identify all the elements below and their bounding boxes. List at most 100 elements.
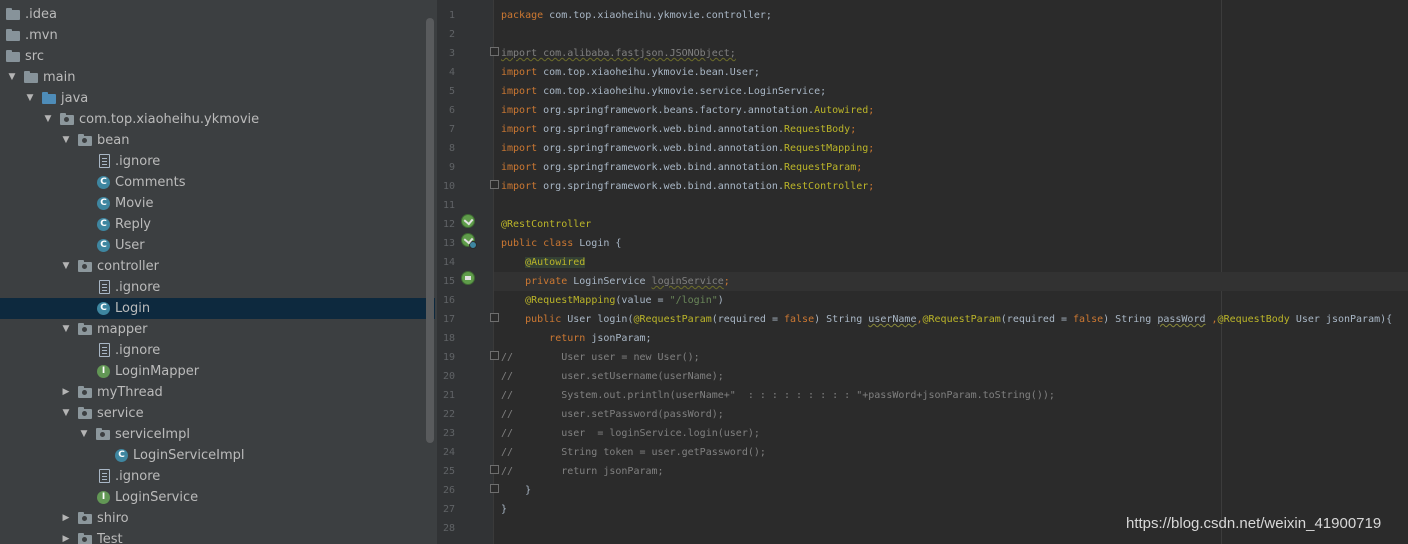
tree-item-user[interactable]: C User bbox=[0, 235, 435, 256]
spring-bean-class-icon[interactable] bbox=[461, 233, 477, 249]
code-text: ; bbox=[868, 143, 875, 154]
tree-item-main[interactable]: ▼ main bbox=[0, 67, 435, 88]
keyword: false bbox=[784, 314, 815, 325]
tree-item-mapper-ignore[interactable]: .ignore bbox=[0, 340, 435, 361]
tree-item-service-ignore[interactable]: .ignore bbox=[0, 466, 435, 487]
code-line-4[interactable]: import com.top.xiaoheihu.ykmovie.bean.Us… bbox=[501, 63, 760, 82]
code-line-22[interactable]: // user.setPassword(passWord); bbox=[501, 405, 724, 424]
spring-bean-icon[interactable] bbox=[461, 214, 475, 228]
tree-item-mythread[interactable]: ▶ myThread bbox=[0, 382, 435, 403]
tree-item-label: mapper bbox=[97, 322, 148, 337]
code-line-12[interactable]: @RestController bbox=[501, 215, 591, 234]
fold-marker-icon[interactable] bbox=[490, 351, 499, 360]
tree-item-loginservice[interactable]: I LoginService bbox=[0, 487, 435, 508]
fold-marker-icon[interactable] bbox=[490, 180, 499, 189]
expand-arrow-icon[interactable]: ▼ bbox=[24, 88, 36, 109]
fold-marker-icon[interactable] bbox=[490, 465, 499, 474]
expand-arrow-icon[interactable]: ▼ bbox=[42, 109, 54, 130]
tree-item-service[interactable]: ▼ service bbox=[0, 403, 435, 424]
code-editor[interactable]: 1 2 3 4 5 6 7 8 9 10 11 12 13 14 15 16 1… bbox=[437, 0, 1408, 544]
annotation: @RequestBody bbox=[1217, 314, 1290, 325]
code-line-20[interactable]: // user.setUsername(userName); bbox=[501, 367, 724, 386]
tree-item-label: .idea bbox=[25, 7, 57, 22]
code-line-6[interactable]: import org.springframework.beans.factory… bbox=[501, 101, 874, 120]
code-line-1[interactable]: package com.top.xiaoheihu.ykmovie.contro… bbox=[501, 6, 772, 25]
code-text: User jsonParam){ bbox=[1289, 314, 1393, 325]
tree-item-package[interactable]: ▼ com.top.xiaoheihu.ykmovie bbox=[0, 109, 435, 130]
line-number: 15 bbox=[442, 276, 455, 287]
code-line-7[interactable]: import org.springframework.web.bind.anno… bbox=[501, 120, 856, 139]
tree-scrollbar[interactable] bbox=[426, 18, 434, 443]
code-line-14[interactable]: @Autowired bbox=[501, 253, 586, 272]
expand-arrow-icon[interactable]: ▼ bbox=[60, 403, 72, 424]
collapse-arrow-icon[interactable]: ▶ bbox=[60, 508, 72, 529]
code-line-8[interactable]: import org.springframework.web.bind.anno… bbox=[501, 139, 874, 158]
code-line-18[interactable]: return jsonParam; bbox=[501, 329, 652, 348]
collapse-arrow-icon[interactable]: ▶ bbox=[60, 382, 72, 403]
tree-item-mapper[interactable]: ▼ mapper bbox=[0, 319, 435, 340]
tree-item-test[interactable]: ▶ Test bbox=[0, 529, 435, 544]
tree-item-mvn[interactable]: .mvn bbox=[0, 25, 435, 46]
keyword: import bbox=[501, 105, 538, 116]
tree-item-java[interactable]: ▼ java bbox=[0, 88, 435, 109]
keyword: false bbox=[1073, 314, 1104, 325]
fold-marker-icon[interactable] bbox=[490, 484, 499, 493]
tree-item-serviceimpl[interactable]: ▼ serviceImpl bbox=[0, 424, 435, 445]
tree-item-loginserviceimpl[interactable]: C LoginServiceImpl bbox=[0, 445, 435, 466]
annotation: RequestParam bbox=[783, 162, 857, 173]
tree-item-bean-ignore[interactable]: .ignore bbox=[0, 151, 435, 172]
tree-item-label: src bbox=[25, 49, 44, 64]
code-line-9[interactable]: import org.springframework.web.bind.anno… bbox=[501, 158, 862, 177]
code-line-25[interactable]: // return jsonParam; bbox=[501, 462, 664, 481]
expand-arrow-icon[interactable]: ▼ bbox=[6, 67, 18, 88]
expand-arrow-icon[interactable]: ▼ bbox=[60, 319, 72, 340]
keyword: import bbox=[501, 67, 538, 78]
tree-item-label: LoginService bbox=[115, 490, 199, 505]
code-text: , bbox=[1205, 314, 1218, 325]
tree-item-movie[interactable]: C Movie bbox=[0, 193, 435, 214]
code-line-3[interactable]: import com.alibaba.fastjson.JSONObject; bbox=[501, 44, 736, 63]
fold-marker-icon[interactable] bbox=[490, 313, 499, 322]
tree-item-idea[interactable]: .idea bbox=[0, 4, 435, 25]
tree-item-loginmapper[interactable]: I LoginMapper bbox=[0, 361, 435, 382]
code-line-27[interactable]: } bbox=[501, 500, 507, 519]
tree-item-controller[interactable]: ▼ controller bbox=[0, 256, 435, 277]
fold-marker-icon[interactable] bbox=[490, 47, 499, 56]
keyword: import bbox=[501, 181, 538, 192]
annotation: @RestController bbox=[501, 219, 592, 230]
expand-arrow-icon[interactable]: ▼ bbox=[60, 130, 72, 151]
line-number: 19 bbox=[442, 352, 455, 363]
line-number: 3 bbox=[448, 48, 455, 59]
line-number: 21 bbox=[442, 390, 455, 401]
tree-item-comments[interactable]: C Comments bbox=[0, 172, 435, 193]
tree-item-login[interactable]: C Login bbox=[0, 298, 435, 319]
expand-arrow-icon[interactable]: ▼ bbox=[60, 256, 72, 277]
tree-item-shiro[interactable]: ▶ shiro bbox=[0, 508, 435, 529]
line-number: 16 bbox=[442, 295, 455, 306]
tree-item-bean[interactable]: ▼ bean bbox=[0, 130, 435, 151]
tree-item-controller-ignore[interactable]: .ignore bbox=[0, 277, 435, 298]
package-icon bbox=[60, 113, 74, 125]
code-line-26[interactable]: } bbox=[501, 481, 531, 500]
tree-item-label: bean bbox=[97, 133, 130, 148]
code-line-19[interactable]: // User user = new User(); bbox=[501, 348, 700, 367]
folder-icon bbox=[6, 8, 20, 20]
code-line-17[interactable]: public User login(@RequestParam(required… bbox=[501, 310, 1392, 329]
code-line-5[interactable]: import com.top.xiaoheihu.ykmovie.service… bbox=[501, 82, 826, 101]
tree-item-src[interactable]: src bbox=[0, 46, 435, 67]
tree-item-reply[interactable]: C Reply bbox=[0, 214, 435, 235]
code-text: org.springframework.web.bind.annotation. bbox=[537, 143, 784, 154]
expand-arrow-icon[interactable]: ▼ bbox=[78, 424, 90, 445]
keyword: public bbox=[525, 314, 562, 325]
autowired-navigate-icon[interactable] bbox=[461, 271, 475, 285]
code-line-10[interactable]: import org.springframework.web.bind.anno… bbox=[501, 177, 874, 196]
code-line-15[interactable]: private LoginService loginService; bbox=[494, 272, 1408, 291]
code-line-23[interactable]: // user = loginService.login(user); bbox=[501, 424, 760, 443]
code-line-24[interactable]: // String token = user.getPassword(); bbox=[501, 443, 766, 462]
code-line-16[interactable]: @RequestMapping(value = "/login") bbox=[501, 291, 724, 310]
collapse-arrow-icon[interactable]: ▶ bbox=[60, 529, 72, 544]
code-line-21[interactable]: // System.out.println(userName+" : : : :… bbox=[501, 386, 1055, 405]
code-line-13[interactable]: public class Login { bbox=[501, 234, 621, 253]
code-text: jsonParam; bbox=[585, 333, 652, 344]
